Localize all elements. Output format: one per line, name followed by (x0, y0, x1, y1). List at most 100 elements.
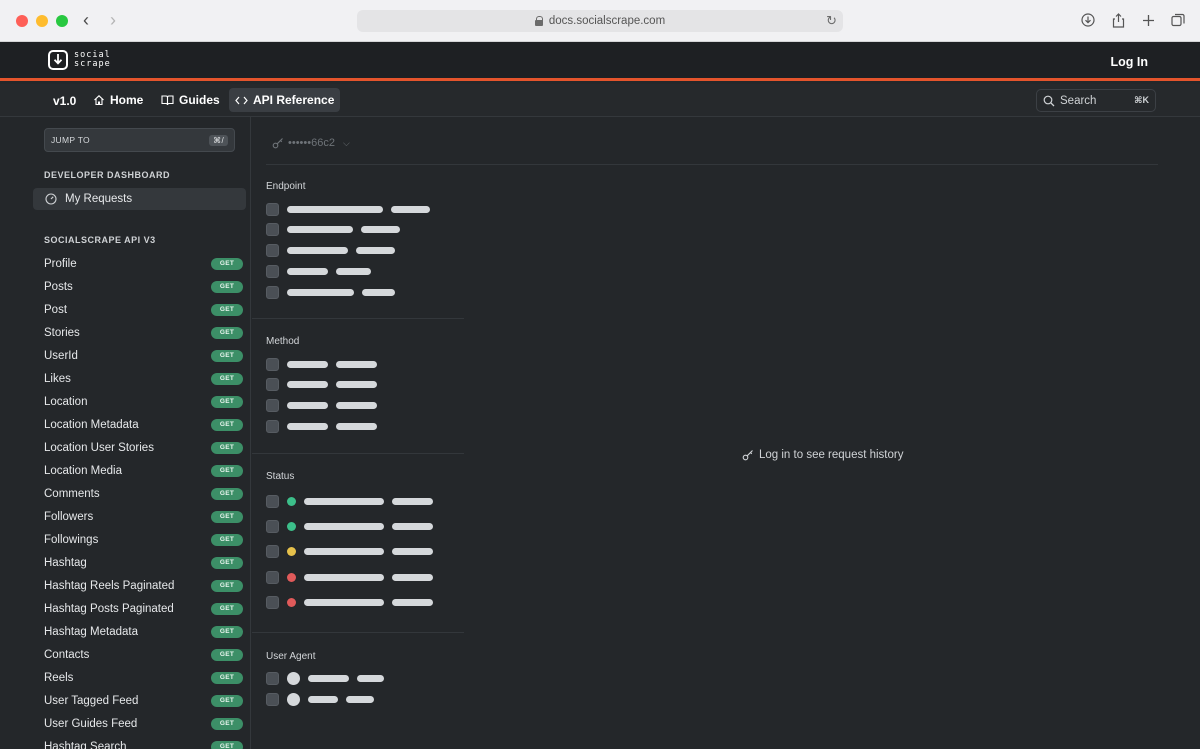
empty-state-message: Log in to see request history (759, 449, 904, 461)
sidebar-item-endpoint[interactable]: Post GET (44, 298, 243, 321)
sidebar-item-endpoint[interactable]: Comments GET (44, 482, 243, 505)
forward-icon[interactable]: › (103, 10, 123, 30)
placeholder-bar (308, 695, 338, 703)
sidebar-item-endpoint[interactable]: Stories GET (44, 321, 243, 344)
filter-checkbox[interactable] (266, 570, 279, 584)
filter-option[interactable] (266, 494, 433, 508)
placeholder-bar (287, 381, 328, 389)
back-icon[interactable]: ‹ (76, 10, 96, 30)
zoom-window-button[interactable] (56, 15, 68, 27)
filter-checkbox[interactable] (266, 545, 279, 559)
jump-to-input[interactable]: JUMP TO ⌘/ (44, 128, 235, 152)
logo[interactable]: social scrape (48, 50, 111, 70)
sidebar-item-endpoint[interactable]: Location GET (44, 390, 243, 413)
filter-title-endpoint: Endpoint (266, 181, 306, 192)
search-input[interactable]: Search ⌘K (1036, 89, 1156, 112)
placeholder-bar (392, 599, 433, 607)
version-selector[interactable]: v1.0 (53, 94, 76, 108)
filter-option[interactable] (266, 398, 377, 412)
sidebar-item-endpoint[interactable]: UserId GET (44, 344, 243, 367)
filter-checkbox[interactable] (266, 378, 279, 392)
sidebar-item-label: Posts (44, 280, 73, 293)
filter-title-user-agent: User Agent (266, 651, 316, 662)
filter-option[interactable] (266, 419, 377, 433)
sidebar-item-my-requests[interactable]: My Requests (33, 188, 246, 210)
nav-home[interactable]: Home (87, 88, 149, 112)
status-dot-icon (287, 547, 296, 557)
sidebar-item-label: Location Metadata (44, 418, 139, 431)
minimize-window-button[interactable] (36, 15, 48, 27)
placeholder-bar (346, 695, 374, 703)
sidebar-item-label: Followings (44, 533, 99, 546)
sidebar-item-endpoint[interactable]: Hashtag Search GET (44, 735, 243, 749)
sidebar-item-endpoint[interactable]: User Tagged Feed GET (44, 689, 243, 712)
tabs-overview-icon[interactable] (1170, 11, 1186, 29)
address-bar[interactable]: docs.socialscrape.com ↻ (357, 10, 843, 32)
sidebar-item-label: User Tagged Feed (44, 694, 139, 707)
sidebar-item-endpoint[interactable]: Followers GET (44, 505, 243, 528)
sidebar-item-label: Likes (44, 372, 71, 385)
filter-checkbox[interactable] (266, 671, 279, 685)
filter-checkbox[interactable] (266, 244, 279, 258)
sidebar-item-endpoint[interactable]: Hashtag GET (44, 551, 243, 574)
key-icon (272, 138, 283, 149)
filter-checkbox[interactable] (266, 398, 279, 412)
api-key-selector[interactable]: ••••••66c2 ⌵ (272, 137, 350, 149)
filter-checkbox[interactable] (266, 419, 279, 433)
sidebar-item-endpoint[interactable]: Profile GET (44, 252, 243, 275)
reload-icon[interactable]: ↻ (826, 13, 837, 29)
sidebar-item-endpoint[interactable]: Hashtag Metadata GET (44, 620, 243, 643)
filter-checkbox[interactable] (266, 494, 279, 508)
placeholder-bar (336, 267, 371, 275)
nav-guides[interactable]: Guides (155, 88, 226, 112)
filter-option[interactable] (266, 596, 433, 610)
sidebar-item-endpoint[interactable]: Location Metadata GET (44, 413, 243, 436)
filter-option[interactable] (266, 519, 433, 533)
filter-checkbox[interactable] (266, 519, 279, 533)
filter-option[interactable] (266, 692, 374, 706)
placeholder-bar (392, 548, 433, 556)
filter-option[interactable] (266, 244, 395, 258)
sidebar-item-endpoint[interactable]: Contacts GET (44, 643, 243, 666)
filter-option[interactable] (266, 378, 377, 392)
sidebar-item-endpoint[interactable]: Likes GET (44, 367, 243, 390)
sidebar-item-endpoint[interactable]: Location User Stories GET (44, 436, 243, 459)
filter-checkbox[interactable] (266, 357, 279, 371)
chevron-down-icon: ⌵ (342, 137, 350, 148)
placeholder-bar (362, 288, 395, 296)
site-header: social scrape Log In (0, 42, 1200, 81)
filter-checkbox[interactable] (266, 285, 279, 299)
sidebar-item-label: Hashtag Reels Paginated (44, 579, 175, 592)
filter-checkbox[interactable] (266, 264, 279, 278)
new-tab-icon[interactable] (1140, 11, 1156, 29)
filter-option[interactable] (266, 671, 384, 685)
status-dot-icon (287, 598, 296, 608)
filter-option[interactable] (266, 202, 430, 216)
sidebar-item-endpoint[interactable]: Posts GET (44, 275, 243, 298)
sidebar-item-endpoint[interactable]: Reels GET (44, 666, 243, 689)
filter-checkbox[interactable] (266, 692, 279, 706)
filter-option[interactable] (266, 223, 400, 237)
filter-option[interactable] (266, 285, 395, 299)
login-link[interactable]: Log In (1111, 55, 1149, 69)
filter-checkbox[interactable] (266, 596, 279, 610)
nav-api-reference[interactable]: API Reference (229, 88, 341, 112)
filter-option[interactable] (266, 264, 371, 278)
sidebar-item-endpoint[interactable]: Hashtag Reels Paginated GET (44, 574, 243, 597)
sidebar-item-endpoint[interactable]: Hashtag Posts Paginated GET (44, 597, 243, 620)
sidebar-item-endpoint[interactable]: User Guides Feed GET (44, 712, 243, 735)
close-window-button[interactable] (16, 15, 28, 27)
filter-option[interactable] (266, 570, 433, 584)
filter-checkbox[interactable] (266, 202, 279, 216)
nav-guides-label: Guides (179, 93, 220, 107)
method-badge: GET (211, 510, 243, 523)
placeholder-bar (287, 247, 348, 255)
sidebar-item-endpoint[interactable]: Location Media GET (44, 459, 243, 482)
download-icon[interactable] (1080, 11, 1096, 29)
placeholder-bar (336, 381, 377, 389)
share-icon[interactable] (1110, 11, 1126, 29)
filter-option[interactable] (266, 357, 377, 371)
sidebar-item-endpoint[interactable]: Followings GET (44, 528, 243, 551)
filter-option[interactable] (266, 545, 433, 559)
filter-checkbox[interactable] (266, 223, 279, 237)
